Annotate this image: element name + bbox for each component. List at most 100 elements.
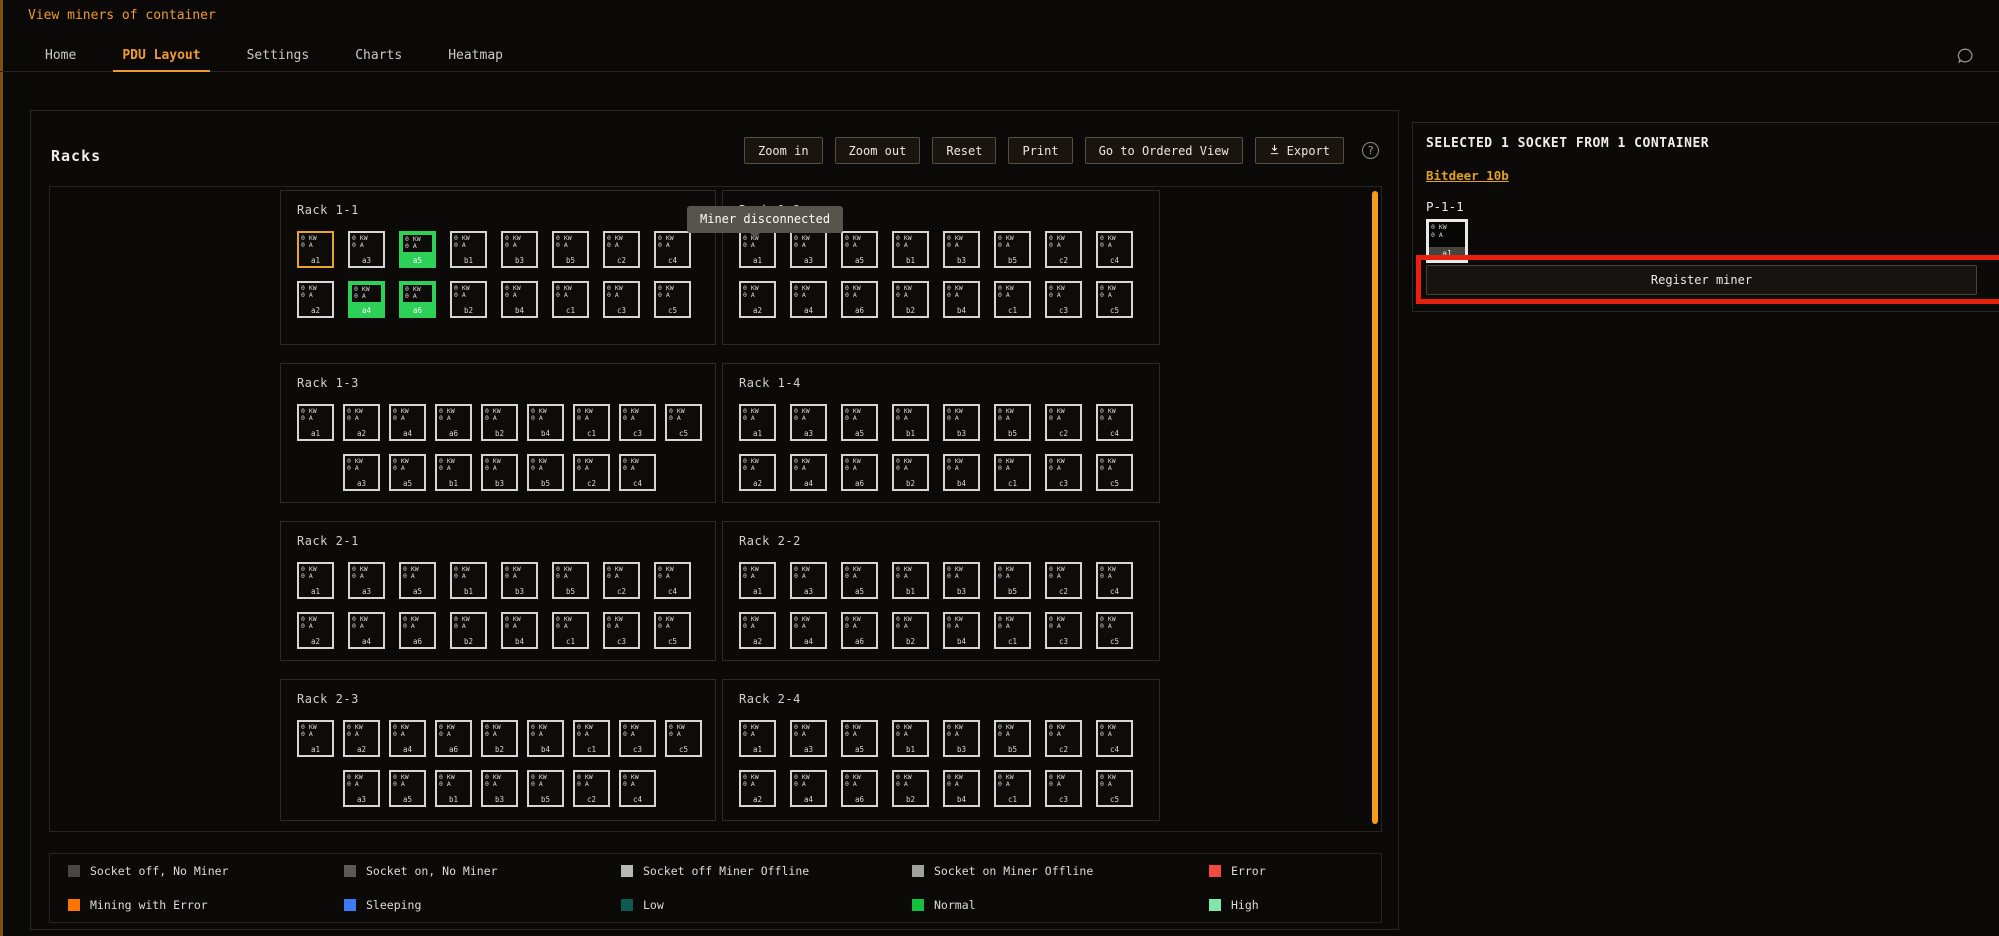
socket-b3[interactable]: 0 KW0 Ab3 — [481, 454, 518, 491]
socket-b5[interactable]: 0 KW0 Ab5 — [994, 231, 1031, 268]
socket-b1[interactable]: 0 KW0 Ab1 — [450, 231, 487, 268]
socket-a6[interactable]: 0 KW0 Aa6 — [841, 454, 878, 491]
socket-b3[interactable]: 0 KW0 Ab3 — [943, 231, 980, 268]
socket-b1[interactable]: 0 KW0 Ab1 — [435, 770, 472, 807]
socket-c3[interactable]: 0 KW0 Ac3 — [603, 281, 640, 318]
socket-c2[interactable]: 0 KW0 Ac2 — [1045, 562, 1082, 599]
vertical-scrollbar-thumb[interactable] — [1372, 191, 1378, 824]
socket-a4[interactable]: 0 KW0 Aa4 — [790, 281, 827, 318]
socket-c1[interactable]: 0 KW0 Ac1 — [994, 612, 1031, 649]
socket-b3[interactable]: 0 KW0 Ab3 — [943, 562, 980, 599]
socket-c2[interactable]: 0 KW0 Ac2 — [1045, 231, 1082, 268]
socket-c5[interactable]: 0 KW0 Ac5 — [665, 720, 702, 757]
socket-a1[interactable]: 0 KW0 Aa1 — [739, 720, 776, 757]
socket-a6[interactable]: 0 KW0 Aa6 — [435, 720, 472, 757]
socket-c5[interactable]: 0 KW0 Ac5 — [665, 404, 702, 441]
socket-b2[interactable]: 0 KW0 Ab2 — [450, 281, 487, 318]
socket-a6[interactable]: 0 KW0 Aa6 — [841, 612, 878, 649]
socket-a5[interactable]: 0 KW0 Aa5 — [841, 231, 878, 268]
socket-b4[interactable]: 0 KW0 Ab4 — [527, 404, 564, 441]
socket-c5[interactable]: 0 KW0 Ac5 — [654, 612, 691, 649]
socket-c1[interactable]: 0 KW0 Ac1 — [994, 281, 1031, 318]
socket-a3[interactable]: 0 KW0 Aa3 — [790, 404, 827, 441]
export-button[interactable]: Export — [1255, 137, 1344, 164]
selected-socket-preview[interactable]: 0 KW 0 A a1 — [1426, 219, 1468, 263]
socket-a5[interactable]: 0 KW0 Aa5 — [399, 562, 436, 599]
socket-b1[interactable]: 0 KW0 Ab1 — [892, 404, 929, 441]
socket-c3[interactable]: 0 KW0 Ac3 — [619, 404, 656, 441]
socket-b2[interactable]: 0 KW0 Ab2 — [481, 720, 518, 757]
register-miner-button[interactable]: Register miner — [1426, 265, 1977, 295]
socket-b2[interactable]: 0 KW0 Ab2 — [892, 770, 929, 807]
socket-a4[interactable]: 0 KW0 Aa4 — [389, 720, 426, 757]
socket-a2[interactable]: 0 KW0 Aa2 — [739, 770, 776, 807]
container-link[interactable]: Bitdeer 10b — [1426, 168, 1509, 183]
socket-b2[interactable]: 0 KW0 Ab2 — [892, 454, 929, 491]
socket-b1[interactable]: 0 KW0 Ab1 — [892, 231, 929, 268]
print-button[interactable]: Print — [1008, 137, 1072, 164]
socket-b3[interactable]: 0 KW0 Ab3 — [481, 770, 518, 807]
socket-a5[interactable]: 0 KW0 Aa5 — [841, 720, 878, 757]
socket-c1[interactable]: 0 KW0 Ac1 — [994, 770, 1031, 807]
socket-c5[interactable]: 0 KW0 Ac5 — [654, 281, 691, 318]
socket-c4[interactable]: 0 KW0 Ac4 — [1096, 720, 1133, 757]
socket-b4[interactable]: 0 KW0 Ab4 — [501, 612, 538, 649]
socket-a3[interactable]: 0 KW0 Aa3 — [790, 231, 827, 268]
socket-a5[interactable]: 0 KW0 Aa5 — [389, 770, 426, 807]
socket-a6[interactable]: 0 KW0 Aa6 — [399, 281, 436, 318]
socket-c4[interactable]: 0 KW0 Ac4 — [654, 231, 691, 268]
socket-a2[interactable]: 0 KW0 Aa2 — [297, 612, 334, 649]
socket-b2[interactable]: 0 KW0 Ab2 — [892, 281, 929, 318]
socket-a3[interactable]: 0 KW0 Aa3 — [790, 562, 827, 599]
socket-a3[interactable]: 0 KW0 Aa3 — [348, 231, 385, 268]
socket-b2[interactable]: 0 KW0 Ab2 — [481, 404, 518, 441]
socket-a6[interactable]: 0 KW0 Aa6 — [841, 770, 878, 807]
socket-a4[interactable]: 0 KW0 Aa4 — [389, 404, 426, 441]
socket-b1[interactable]: 0 KW0 Ab1 — [435, 454, 472, 491]
tab-charts[interactable]: Charts — [332, 40, 425, 71]
socket-c1[interactable]: 0 KW0 Ac1 — [573, 720, 610, 757]
socket-c4[interactable]: 0 KW0 Ac4 — [619, 454, 656, 491]
socket-a1[interactable]: 0 KW0 Aa1 — [297, 562, 334, 599]
socket-c4[interactable]: 0 KW0 Ac4 — [619, 770, 656, 807]
socket-a5[interactable]: 0 KW0 Aa5 — [841, 562, 878, 599]
help-icon[interactable]: ? — [1362, 142, 1379, 159]
socket-c2[interactable]: 0 KW0 Ac2 — [603, 231, 640, 268]
chat-bubble-icon[interactable] — [1955, 46, 1975, 66]
socket-a3[interactable]: 0 KW0 Aa3 — [348, 562, 385, 599]
socket-c4[interactable]: 0 KW0 Ac4 — [1096, 404, 1133, 441]
socket-c2[interactable]: 0 KW0 Ac2 — [603, 562, 640, 599]
socket-a2[interactable]: 0 KW0 Aa2 — [739, 281, 776, 318]
socket-a4[interactable]: 0 KW0 Aa4 — [790, 454, 827, 491]
socket-a3[interactable]: 0 KW0 Aa3 — [790, 720, 827, 757]
socket-c2[interactable]: 0 KW0 Ac2 — [1045, 404, 1082, 441]
socket-b4[interactable]: 0 KW0 Ab4 — [943, 612, 980, 649]
socket-b5[interactable]: 0 KW0 Ab5 — [994, 562, 1031, 599]
socket-b3[interactable]: 0 KW0 Ab3 — [501, 231, 538, 268]
socket-b4[interactable]: 0 KW0 Ab4 — [943, 770, 980, 807]
socket-a1[interactable]: 0 KW0 Aa1 — [297, 404, 334, 441]
socket-a2[interactable]: 0 KW0 Aa2 — [343, 404, 380, 441]
socket-a4[interactable]: 0 KW0 Aa4 — [790, 770, 827, 807]
socket-b4[interactable]: 0 KW0 Ab4 — [943, 281, 980, 318]
socket-c4[interactable]: 0 KW0 Ac4 — [654, 562, 691, 599]
racks-viewport[interactable]: Rack 1-10 KW0 Aa10 KW0 Aa30 KW0 Aa50 KW0… — [49, 186, 1382, 832]
tab-heatmap[interactable]: Heatmap — [425, 40, 526, 71]
socket-b1[interactable]: 0 KW0 Ab1 — [892, 562, 929, 599]
socket-a6[interactable]: 0 KW0 Aa6 — [841, 281, 878, 318]
socket-b3[interactable]: 0 KW0 Ab3 — [501, 562, 538, 599]
socket-c3[interactable]: 0 KW0 Ac3 — [1045, 281, 1082, 318]
zoom-in-button[interactable]: Zoom in — [744, 137, 823, 164]
socket-b3[interactable]: 0 KW0 Ab3 — [943, 404, 980, 441]
socket-a3[interactable]: 0 KW0 Aa3 — [343, 454, 380, 491]
socket-b5[interactable]: 0 KW0 Ab5 — [994, 720, 1031, 757]
socket-a1[interactable]: 0 KW0 Aa1 — [297, 231, 334, 268]
socket-c5[interactable]: 0 KW0 Ac5 — [1096, 612, 1133, 649]
socket-b5[interactable]: 0 KW0 Ab5 — [527, 770, 564, 807]
socket-b5[interactable]: 0 KW0 Ab5 — [994, 404, 1031, 441]
socket-b5[interactable]: 0 KW0 Ab5 — [552, 562, 589, 599]
socket-a2[interactable]: 0 KW0 Aa2 — [739, 454, 776, 491]
socket-c5[interactable]: 0 KW0 Ac5 — [1096, 770, 1133, 807]
socket-b5[interactable]: 0 KW0 Ab5 — [527, 454, 564, 491]
socket-c3[interactable]: 0 KW0 Ac3 — [1045, 454, 1082, 491]
